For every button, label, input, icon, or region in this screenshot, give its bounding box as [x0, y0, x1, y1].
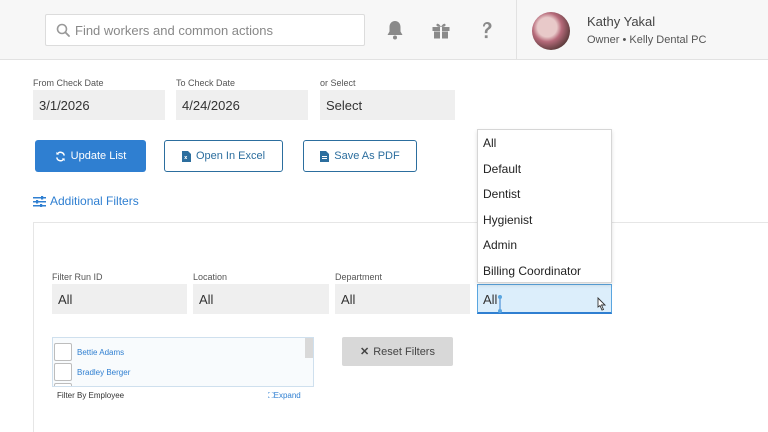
dropdown-option[interactable]: Admin	[478, 232, 611, 258]
avatar[interactable]	[532, 12, 570, 50]
department-label: Department	[335, 272, 383, 282]
location-label: Location	[193, 272, 228, 282]
list-item[interactable]: Bradley Berger	[54, 362, 130, 382]
run-id-label: Filter Run ID	[52, 272, 103, 282]
to-date-field[interactable]: 4/24/2026	[176, 90, 308, 120]
file-pdf-icon	[320, 150, 330, 162]
from-date-field[interactable]: 3/1/2026	[33, 90, 165, 120]
dropdown-option[interactable]: All	[478, 130, 611, 156]
bell-icon[interactable]	[383, 18, 407, 42]
refresh-icon	[55, 151, 65, 161]
position-select-value: All	[483, 292, 498, 307]
list-item[interactable]: Bettie Adams	[54, 342, 124, 362]
dropdown-option[interactable]: Dentist	[478, 181, 611, 207]
file-excel-icon	[181, 150, 191, 162]
position-dropdown-menu: All Default Dentist Hygienist Admin Bill…	[477, 129, 612, 283]
additional-filters-toggle[interactable]: Additional Filters	[33, 194, 139, 208]
expand-link[interactable]: ⛶Expand	[268, 391, 301, 401]
employee-checkbox[interactable]	[54, 343, 72, 361]
location-select[interactable]: All	[193, 284, 329, 314]
sliders-icon	[33, 195, 46, 207]
update-list-button[interactable]: Update List	[35, 140, 146, 172]
additional-filters-panel	[33, 222, 768, 432]
search-input[interactable]: Find workers and common actions	[45, 14, 365, 46]
or-select-label: or Select	[320, 78, 356, 88]
user-name: Kathy Yakal	[587, 14, 656, 29]
reset-filters-label: Reset Filters	[373, 345, 435, 358]
employee-list-scrollbar[interactable]	[305, 338, 313, 358]
employee-name: Bradley Berger	[77, 367, 131, 377]
update-list-label: Update List	[70, 150, 127, 162]
close-icon: ✕	[360, 346, 370, 358]
employee-filter-label: Filter By Employee	[57, 391, 125, 400]
save-as-pdf-button[interactable]: Save As PDF	[303, 140, 417, 172]
run-id-select[interactable]: All	[52, 284, 187, 314]
employee-checkbox[interactable]	[54, 363, 72, 381]
to-date-label: To Check Date	[176, 78, 236, 88]
save-as-pdf-label: Save As PDF	[334, 150, 400, 162]
additional-filters-label: Additional Filters	[50, 194, 139, 208]
dropdown-option[interactable]: Default	[478, 156, 611, 182]
text-cursor-icon	[498, 295, 502, 313]
gift-icon[interactable]	[429, 18, 453, 42]
period-select[interactable]: Select	[320, 90, 455, 120]
help-icon[interactable]	[475, 18, 499, 42]
dropdown-option[interactable]: Hygienist	[478, 207, 611, 233]
department-select[interactable]: All	[335, 284, 470, 314]
list-item[interactable]	[54, 382, 77, 386]
open-in-excel-button[interactable]: Open In Excel	[164, 140, 283, 172]
employee-filter-list[interactable]: Bettie Adams Bradley Berger	[52, 337, 314, 387]
dropdown-option[interactable]: Billing Coordinator	[478, 258, 611, 284]
open-in-excel-label: Open In Excel	[195, 150, 266, 162]
expand-label: Expand	[273, 391, 301, 400]
search-icon	[56, 23, 70, 37]
from-date-label: From Check Date	[33, 78, 104, 88]
top-bar: Find workers and common actions Kathy Ya…	[0, 0, 768, 60]
employee-checkbox[interactable]	[54, 383, 72, 386]
mouse-pointer-icon	[597, 297, 607, 311]
reset-filters-button[interactable]: ✕ Reset Filters	[342, 337, 453, 366]
header-divider	[516, 0, 517, 60]
user-role: Owner • Kelly Dental PC	[587, 34, 707, 46]
employee-name: Bettie Adams	[77, 347, 125, 357]
search-placeholder: Find workers and common actions	[75, 23, 273, 38]
position-select[interactable]: All	[477, 284, 612, 314]
